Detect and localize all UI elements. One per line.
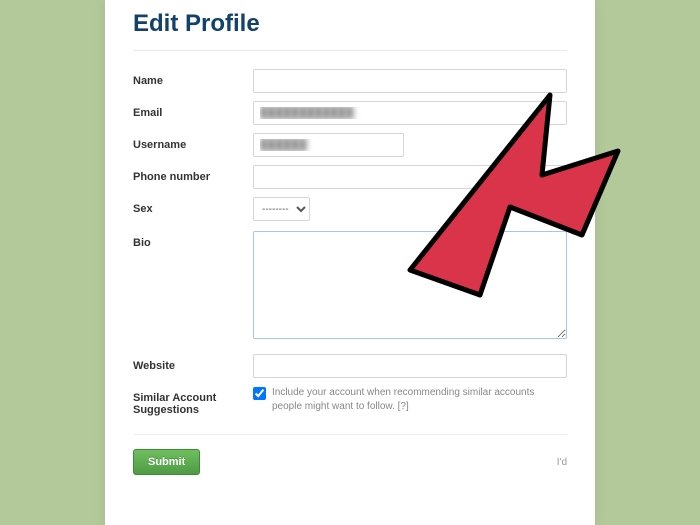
website-input[interactable]: [253, 354, 567, 378]
email-label: Email: [133, 101, 253, 119]
page-title: Edit Profile: [133, 10, 567, 51]
sex-select[interactable]: --------: [253, 197, 310, 221]
phone-label: Phone number: [133, 165, 253, 183]
username-input[interactable]: [253, 133, 404, 157]
right-truncated-text: I'd: [557, 457, 567, 468]
edit-profile-page: Edit Profile Name Email Username Phone n…: [105, 0, 595, 525]
submit-button[interactable]: Submit: [133, 449, 200, 475]
similar-description: Include your account when recommending s…: [272, 386, 567, 414]
name-input[interactable]: [253, 69, 567, 93]
help-link[interactable]: [?]: [398, 401, 409, 412]
similar-label: Similar Account Suggestions: [133, 386, 253, 416]
username-label: Username: [133, 133, 253, 151]
bio-label: Bio: [133, 231, 253, 249]
similar-checkbox[interactable]: [253, 387, 266, 400]
username-row: Username: [133, 133, 567, 157]
name-label: Name: [133, 69, 253, 87]
phone-input[interactable]: [253, 165, 567, 189]
phone-row: Phone number: [133, 165, 567, 189]
email-row: Email: [133, 101, 567, 125]
bio-row: Bio: [133, 231, 567, 344]
sex-label: Sex: [133, 197, 253, 215]
submit-bar: Submit I'd: [133, 434, 567, 475]
sex-row: Sex --------: [133, 197, 567, 221]
email-input[interactable]: [253, 101, 567, 125]
website-row: Website: [133, 354, 567, 378]
similar-row: Similar Account Suggestions Include your…: [133, 386, 567, 416]
bio-textarea[interactable]: [253, 231, 567, 339]
name-row: Name: [133, 69, 567, 93]
website-label: Website: [133, 354, 253, 372]
